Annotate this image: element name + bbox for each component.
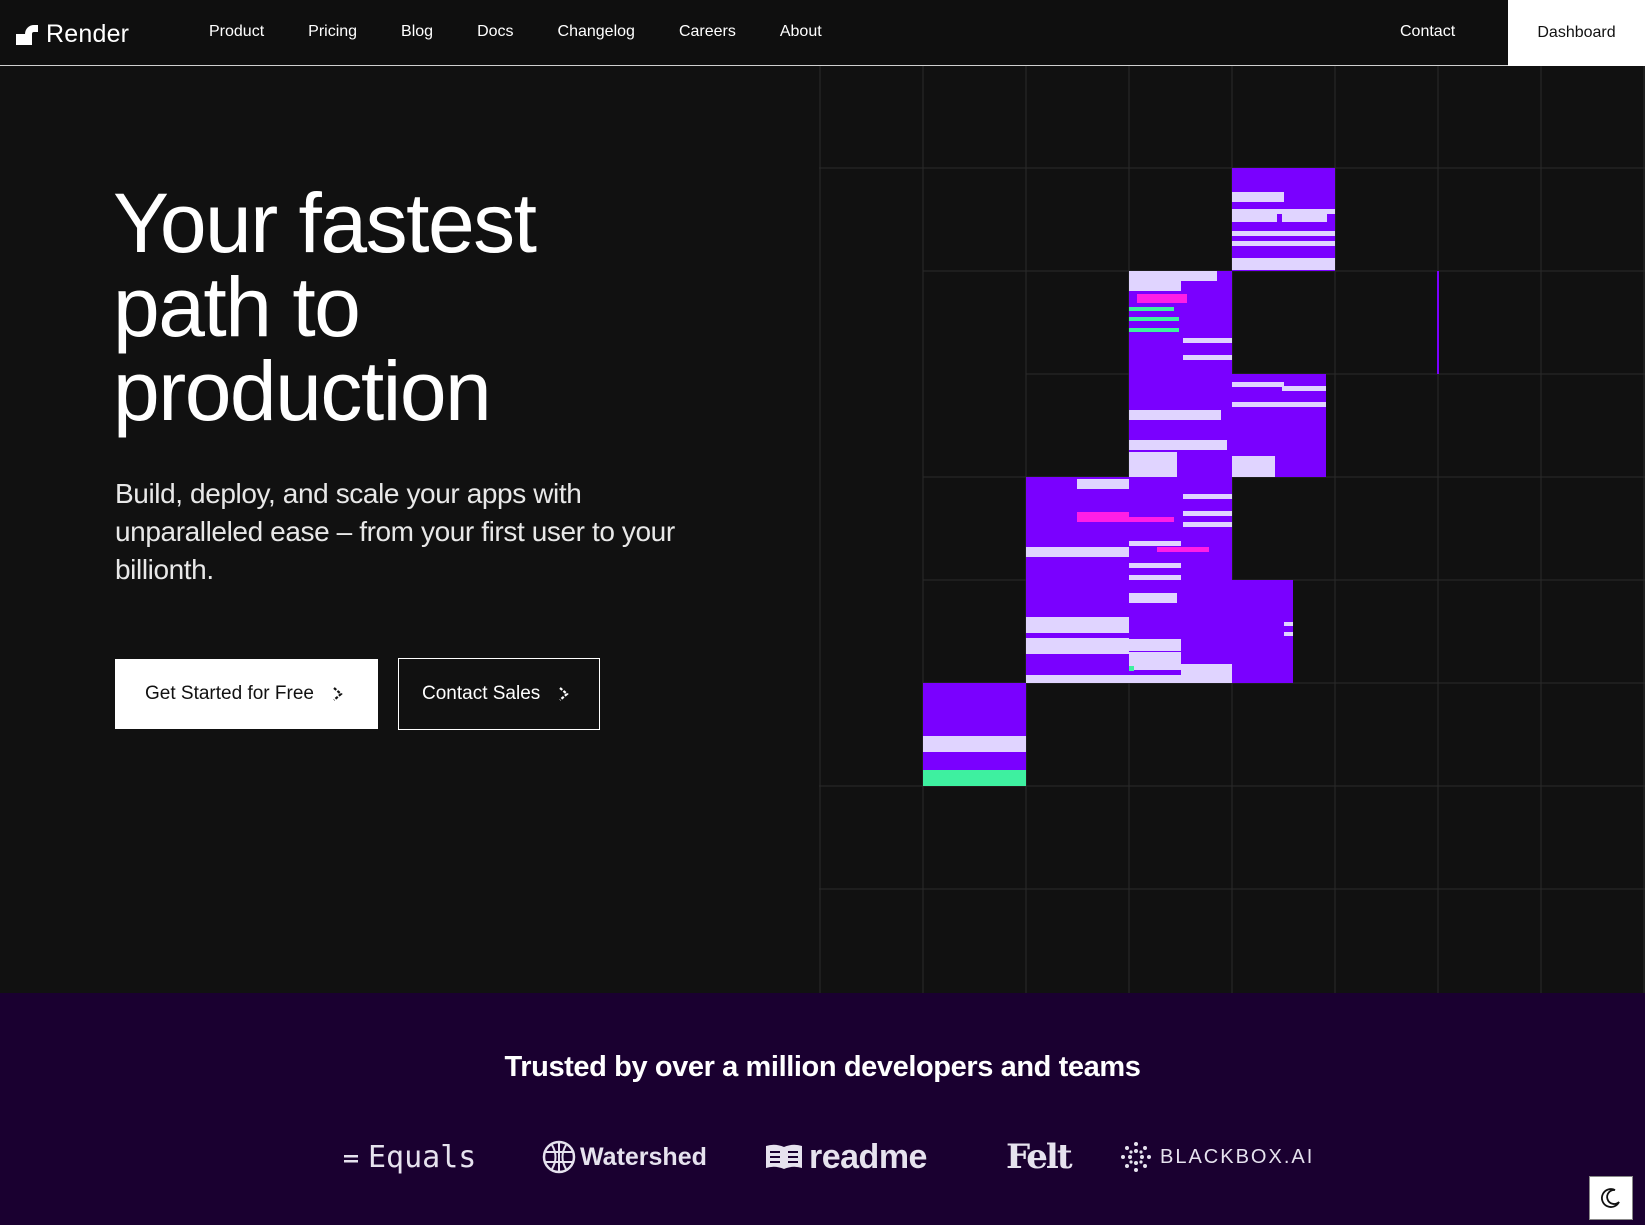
get-started-label: Get Started for Free: [145, 683, 314, 704]
top-navigation: Render Product Pricing Blog Docs Changel…: [0, 0, 1645, 66]
watershed-logo: Watershed: [542, 1133, 707, 1181]
dots-icon: [1121, 1142, 1151, 1172]
readme-logo-text: readme: [809, 1137, 927, 1176]
equals-logo: Equals: [342, 1133, 476, 1181]
get-started-button[interactable]: Get Started for Free: [115, 659, 378, 729]
nav-link-product[interactable]: Product: [209, 20, 264, 44]
trusted-by-title: Trusted by over a million developers and…: [504, 1051, 1141, 1083]
readme-logo: readme: [765, 1133, 927, 1181]
hero-subtitle: Build, deploy, and scale your apps with …: [115, 478, 675, 585]
nav-contact-link[interactable]: Contact: [1400, 20, 1455, 44]
brand-name: Render: [46, 19, 130, 48]
watershed-logo-text: Watershed: [580, 1142, 707, 1171]
nav-link-blog[interactable]: Blog: [401, 20, 433, 44]
equals-icon: [344, 1155, 358, 1163]
moon-icon: [1601, 1188, 1620, 1208]
equals-logo-text: Equals: [368, 1139, 477, 1175]
book-icon: [766, 1144, 802, 1169]
customer-logos: Equals Watershed readme Felt BLACKBOX.AI: [0, 1133, 1645, 1183]
felt-logo: Felt: [1006, 1133, 1073, 1181]
nav-link-pricing[interactable]: Pricing: [308, 20, 357, 44]
felt-logo-text: Felt: [1006, 1137, 1073, 1177]
dashboard-button[interactable]: Dashboard: [1508, 0, 1645, 66]
globe-icon: [542, 1140, 576, 1174]
render-logo-icon: [16, 25, 38, 45]
blackbox-logo: BLACKBOX.AI: [1120, 1133, 1314, 1181]
nav-link-careers[interactable]: Careers: [679, 20, 736, 44]
blackbox-logo-text: BLACKBOX.AI: [1160, 1145, 1315, 1168]
trusted-by-section: Trusted by over a million developers and…: [0, 993, 1645, 1225]
hero-grid-illustration: [819, 66, 1645, 993]
contact-sales-label: Contact Sales: [422, 683, 541, 704]
chevron-right-icon: [332, 687, 344, 701]
chevron-right-icon: [558, 687, 570, 701]
contact-sales-button[interactable]: Contact Sales: [398, 658, 600, 730]
nav-link-changelog[interactable]: Changelog: [558, 20, 635, 44]
render-logo[interactable]: Render: [16, 18, 129, 50]
hero-title: Your fastest path to production: [113, 176, 537, 438]
primary-nav: Product Pricing Blog Docs Changelog Care…: [209, 20, 866, 44]
nav-link-about[interactable]: About: [780, 20, 822, 44]
theme-toggle-button[interactable]: [1589, 1176, 1633, 1220]
nav-link-docs[interactable]: Docs: [477, 20, 513, 44]
